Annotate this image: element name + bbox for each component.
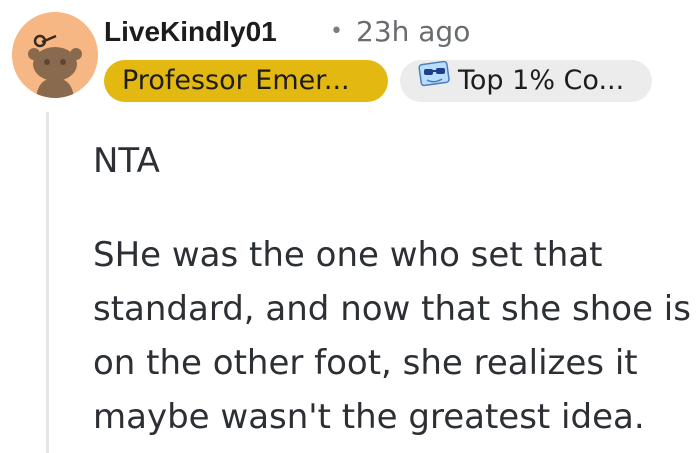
sunglasses-award-icon bbox=[418, 58, 452, 101]
timestamp[interactable]: 23h ago bbox=[356, 12, 470, 52]
username[interactable]: LiveKindly01 bbox=[104, 12, 277, 52]
comment: LiveKindly01 • 23h ago Professor Emer...… bbox=[0, 0, 700, 453]
comment-text-line-1: NTA bbox=[93, 141, 160, 181]
snoo-avatar-icon bbox=[12, 12, 98, 98]
user-flair-badge: Professor Emer... bbox=[104, 60, 388, 102]
top-commenter-badge: Top 1% Co... bbox=[400, 60, 652, 102]
thread-line[interactable] bbox=[46, 112, 49, 453]
top-commenter-label: Top 1% Co... bbox=[458, 65, 625, 96]
separator-dot: • bbox=[330, 19, 343, 44]
comment-text-line-2: SHe was the one who set that standard, a… bbox=[93, 235, 691, 437]
user-flair-label: Professor Emer... bbox=[122, 65, 350, 96]
avatar[interactable] bbox=[12, 12, 98, 98]
